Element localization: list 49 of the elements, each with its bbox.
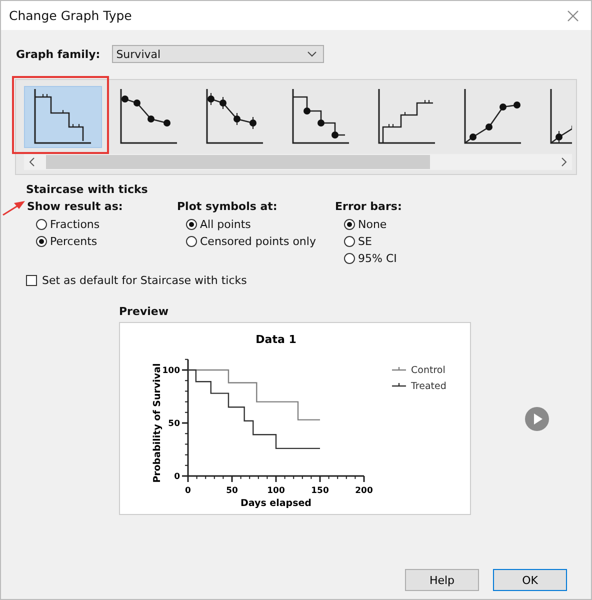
radio-button[interactable] — [344, 253, 355, 264]
y-tick-label: 0 — [174, 472, 180, 482]
y-tick-label: 100 — [162, 366, 180, 376]
x-axis-label: Days elapsed — [240, 498, 312, 509]
legend-symbol — [391, 382, 407, 387]
x-tick-label: 200 — [355, 486, 373, 496]
preview-title: Preview — [119, 305, 170, 318]
radio-option[interactable]: Percents — [36, 235, 177, 248]
chevron-down-icon — [307, 51, 318, 57]
window-title: Change Graph Type — [9, 8, 132, 23]
radio-button[interactable] — [186, 236, 197, 247]
close-icon[interactable] — [567, 10, 579, 22]
radio-option[interactable]: 95% CI — [344, 252, 402, 265]
radio-option[interactable]: Censored points only — [186, 235, 335, 248]
option-group-title: Error bars: — [335, 200, 402, 213]
legend-symbol — [391, 366, 407, 371]
arrow-drawing — [2, 199, 26, 217]
radio-button[interactable] — [36, 236, 47, 247]
x-tick-label: 100 — [267, 486, 285, 496]
radio-button[interactable] — [186, 219, 197, 230]
checkbox[interactable] — [26, 275, 37, 286]
legend-label: Control — [411, 365, 446, 376]
dialog-button[interactable]: OK — [493, 569, 567, 591]
play-icon[interactable] — [525, 406, 549, 430]
radio-button[interactable] — [344, 219, 355, 230]
y-tick-label: 50 — [168, 419, 180, 429]
x-tick-label: 150 — [311, 486, 329, 496]
x-tick-label: 50 — [226, 486, 238, 496]
graph-type-option[interactable] — [24, 86, 102, 148]
dialog-button[interactable]: Help — [405, 569, 479, 591]
radio-option[interactable]: Fractions — [36, 218, 177, 231]
radio-option[interactable]: None — [344, 218, 402, 231]
option-group-title: Show result as: — [27, 200, 124, 213]
legend-label: Treated — [411, 381, 446, 392]
radio-button[interactable] — [36, 219, 47, 230]
scrollbar-thumb[interactable] — [46, 155, 430, 169]
radio-option[interactable]: All points — [186, 218, 335, 231]
option-group-title: Plot symbols at: — [177, 200, 278, 213]
y-axis-label: Probability of Survival — [152, 363, 163, 483]
scroll-right-icon[interactable] — [560, 157, 568, 167]
graph-type-name: Staircase with ticks — [26, 183, 149, 196]
x-tick-label: 0 — [185, 486, 191, 496]
default-checkbox-row[interactable]: Set as default for Staircase with ticks — [26, 274, 577, 287]
scroll-left-icon[interactable] — [28, 157, 36, 167]
radio-button[interactable] — [344, 236, 355, 247]
radio-option[interactable]: SE — [344, 235, 402, 248]
chart-title: Data 1 — [256, 333, 296, 346]
graph-family-dropdown[interactable]: Survival — [112, 45, 324, 63]
graph-family-label: Graph family: — [16, 48, 100, 60]
